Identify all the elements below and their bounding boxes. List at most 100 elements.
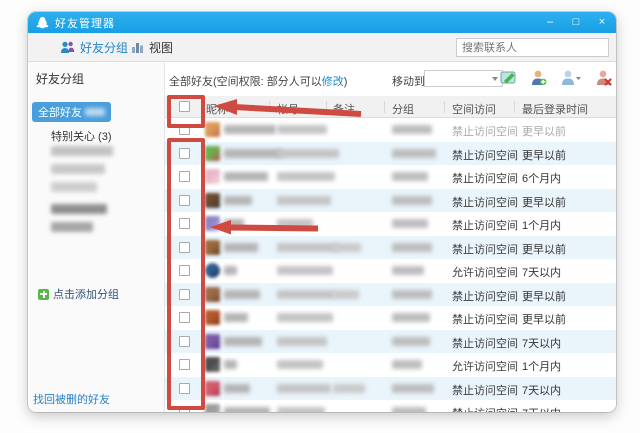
- col-header-nickname[interactable]: 昵称: [206, 101, 228, 117]
- minimize-button[interactable]: –: [544, 17, 556, 28]
- table-row[interactable]: 禁止访问空间 更早以前: [165, 141, 616, 165]
- title-bar[interactable]: 好友管理器 – □ ×: [28, 12, 616, 33]
- avatar: [205, 239, 220, 255]
- blurred-text: [277, 313, 333, 322]
- sidebar-item-all-friends[interactable]: 全部好友: [32, 102, 111, 122]
- space-access-value: 禁止访问空间: [452, 196, 518, 209]
- tab-friend-groups[interactable]: 好友分组: [60, 33, 128, 62]
- add-group-label: 点击添加分组: [53, 289, 119, 301]
- column-divider: [269, 101, 270, 113]
- avatar: [205, 380, 220, 396]
- blurred-text: [392, 266, 424, 275]
- sidebar-group-item-blurred[interactable]: [51, 204, 107, 214]
- table-row[interactable]: 禁止访问空间 6个月内: [165, 165, 616, 189]
- close-button[interactable]: ×: [596, 17, 608, 28]
- blurred-text: [392, 242, 432, 252]
- space-access-value: 禁止访问空间: [452, 405, 518, 412]
- delete-friend-icon[interactable]: [595, 69, 612, 86]
- info-bar: 全部好友(空间权限: 部分人可以修改) 移动到: [165, 62, 616, 96]
- blurred-text: [392, 125, 432, 134]
- scope-text: 全部好友(空间权限: 部分人可以修改): [169, 73, 347, 89]
- search-input[interactable]: [456, 38, 609, 57]
- blurred-text: [392, 360, 422, 369]
- blurred-text: [224, 195, 252, 205]
- column-divider: [384, 101, 385, 113]
- annotation-box-header-checkbox: [167, 95, 205, 128]
- all-friends-count-blurred: [85, 108, 105, 116]
- sidebar-group-item-blurred[interactable]: [51, 182, 97, 192]
- blurred-text: [224, 172, 268, 181]
- blurred-text: [277, 407, 325, 412]
- blurred-text: [277, 125, 327, 134]
- col-header-remark[interactable]: 备注: [333, 101, 355, 117]
- table-row[interactable]: 禁止访问空间 更早以前: [165, 282, 616, 306]
- table-row[interactable]: 禁止访问空间 更早以前: [165, 306, 616, 330]
- space-access-value: 禁止访问空间: [452, 314, 518, 326]
- space-access-value: 禁止访问空间: [452, 337, 518, 350]
- table-row[interactable]: 禁止访问空间 1个月内: [165, 212, 616, 236]
- blurred-text: [392, 407, 426, 412]
- toolbar: 好友分组 视图: [28, 33, 616, 62]
- qq-penguin-icon: [36, 16, 49, 29]
- compose-message-icon[interactable]: [500, 69, 517, 86]
- space-access-value: 禁止访问空间: [452, 149, 518, 162]
- table-row[interactable]: 禁止访问空间 7天以内: [165, 376, 616, 400]
- blurred-text: [333, 242, 361, 252]
- space-access-value: 禁止访问空间: [452, 220, 518, 232]
- last-login-value: 1个月内: [522, 361, 562, 373]
- table-row[interactable]: 禁止访问空间 更早以前: [165, 188, 616, 212]
- recover-deleted-friends-link[interactable]: 找回被删的好友: [33, 391, 110, 407]
- col-header-account[interactable]: 帐号: [277, 101, 299, 117]
- blurred-text: [277, 336, 327, 346]
- table-row[interactable]: 允许访问空间 7天以内: [165, 259, 616, 283]
- blurred-text: [392, 195, 432, 205]
- blurred-text: [277, 289, 335, 299]
- table-row[interactable]: 禁止访问空间 7天以内: [165, 400, 616, 412]
- table-header: 昵称 帐号 备注 分组 空间访问 最后登录时间: [165, 96, 616, 118]
- sidebar-header: 好友分组: [36, 72, 85, 86]
- tab-view[interactable]: 视图: [131, 33, 173, 62]
- scope-suffix: ): [343, 76, 348, 88]
- blurred-text: [392, 172, 428, 181]
- avatar: [205, 216, 220, 231]
- blurred-text: [392, 219, 428, 228]
- space-access-value: 禁止访问空间: [452, 290, 518, 303]
- blurred-text: [277, 219, 313, 228]
- page-background: 好友管理器 – □ × 好友分组 视图 搜索联系人 好友分组 全部好友 特别关心…: [0, 0, 640, 433]
- blurred-text: [224, 125, 276, 134]
- blurred-text: [277, 172, 335, 181]
- add-friend-icon[interactable]: [530, 69, 547, 86]
- edit-permission-link[interactable]: 修改: [322, 76, 344, 88]
- col-header-lastlogin[interactable]: 最后登录时间: [522, 101, 588, 117]
- maximize-button[interactable]: □: [570, 17, 582, 28]
- blurred-text: [224, 289, 260, 299]
- sidebar-group-item-blurred[interactable]: [51, 146, 113, 156]
- column-divider: [514, 101, 515, 113]
- avatar: [205, 286, 220, 302]
- add-group-button[interactable]: 点击添加分组: [38, 286, 119, 302]
- sidebar-group-item-blurred[interactable]: [51, 222, 93, 232]
- move-to-dropdown[interactable]: [424, 70, 503, 87]
- avatar: [205, 310, 220, 325]
- last-login-value: 更早以前: [522, 314, 566, 326]
- blurred-text: [224, 383, 250, 393]
- last-login-value: 1个月内: [522, 220, 562, 232]
- blurred-text: [392, 289, 432, 299]
- manage-friend-icon[interactable]: [560, 69, 582, 86]
- blurred-text: [392, 383, 434, 393]
- sidebar-item-special-care[interactable]: 特别关心 (3): [51, 128, 112, 144]
- avatar: [205, 404, 220, 412]
- col-header-group[interactable]: 分组: [392, 101, 414, 117]
- blurred-text: [224, 242, 258, 252]
- last-login-value: 更早以前: [522, 149, 566, 162]
- all-friends-label: 全部好友: [38, 107, 82, 119]
- avatar: [205, 263, 220, 278]
- col-header-space[interactable]: 空间访问: [452, 101, 496, 117]
- table-row[interactable]: 禁止访问空间 更早以前: [165, 235, 616, 259]
- table-row[interactable]: 允许访问空间 1个月内: [165, 353, 616, 377]
- friend-table-body: 禁止访问空间 更早以前 禁止访问空间 更早以前 禁止访问空间 6个月内 禁止访问空间 更早以前…: [165, 118, 616, 412]
- table-row[interactable]: 禁止访问空间 7天以内: [165, 329, 616, 353]
- main-panel: 全部好友(空间权限: 部分人可以修改) 移动到 昵称 帐号 备注 分组 空间访问…: [165, 62, 616, 412]
- table-row[interactable]: 禁止访问空间 更早以前: [165, 118, 616, 142]
- sidebar-group-item-blurred[interactable]: [51, 164, 105, 174]
